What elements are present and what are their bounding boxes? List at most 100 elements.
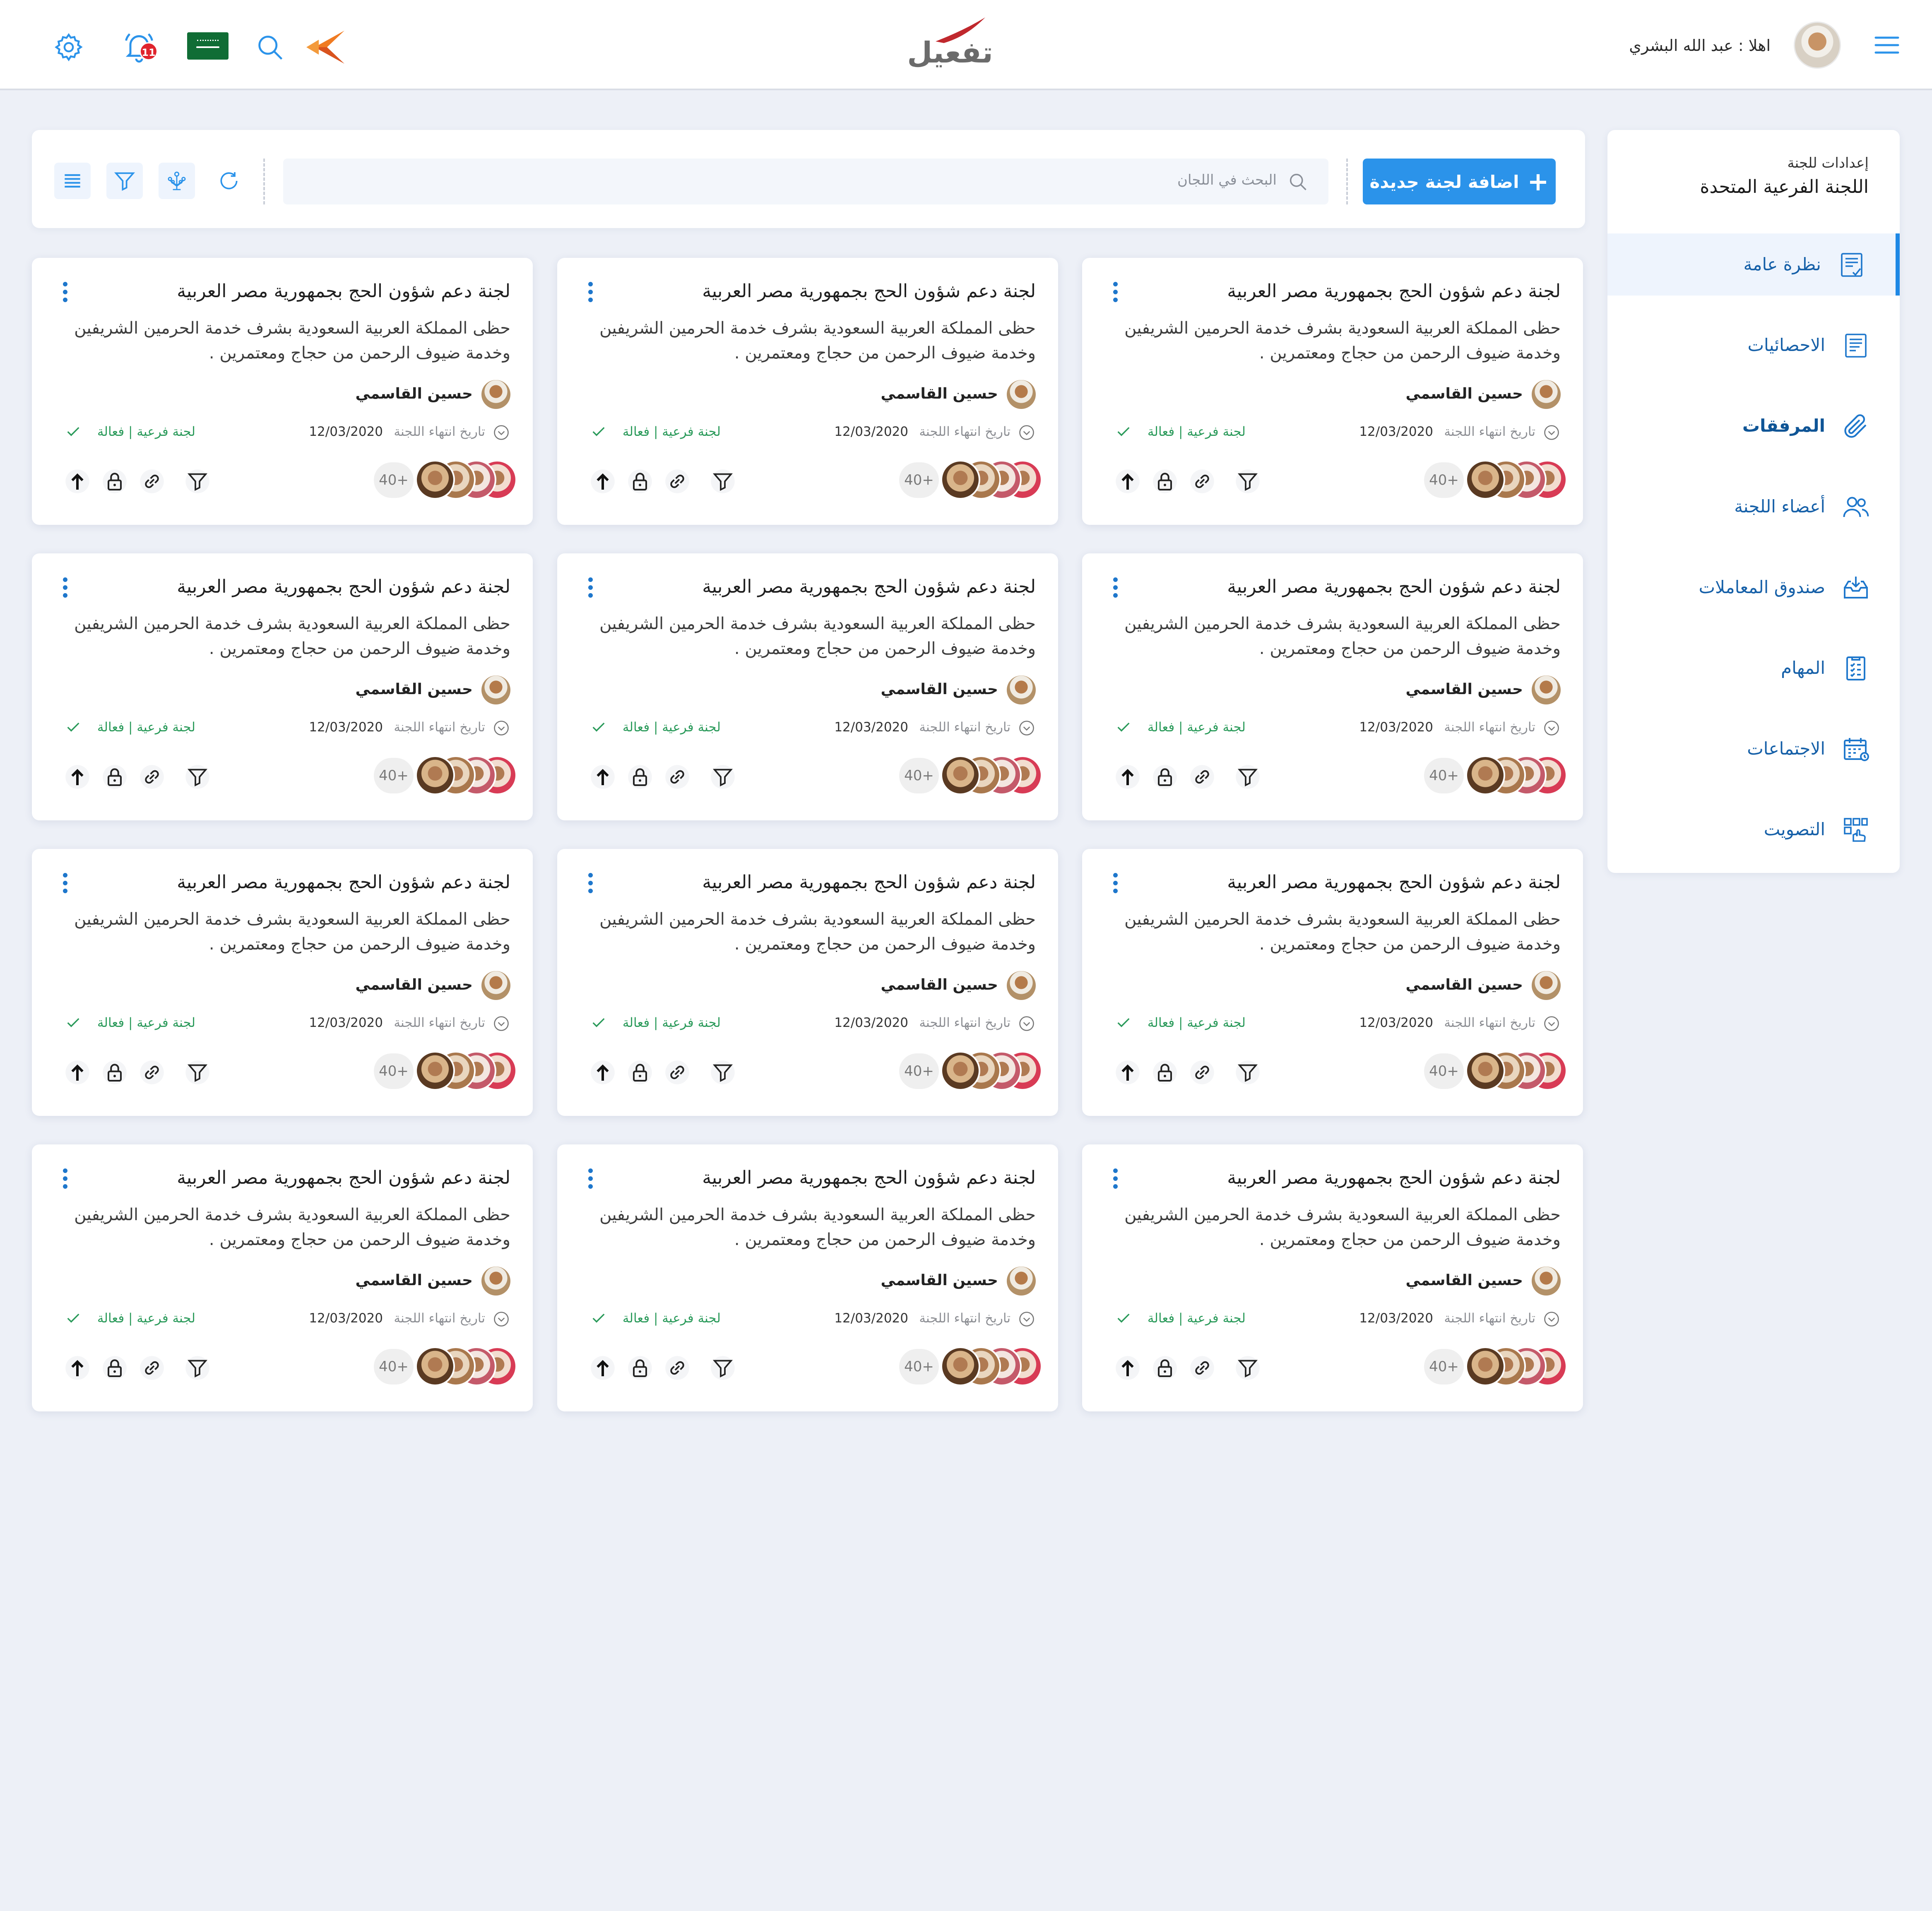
card-title[interactable]: لجنة دعم شؤون الحج بجمهورية مصر العربية xyxy=(702,281,1036,302)
upload-icon[interactable] xyxy=(590,469,615,494)
member-avatar[interactable] xyxy=(1465,460,1505,500)
link-icon[interactable] xyxy=(665,1060,690,1085)
member-avatars-group[interactable]: 40+ xyxy=(374,1346,517,1388)
upload-icon[interactable] xyxy=(1115,1356,1140,1380)
filter-icon[interactable] xyxy=(1235,764,1260,789)
member-avatars-group[interactable]: 40+ xyxy=(1424,1051,1567,1092)
members-more-count[interactable]: 40+ xyxy=(1424,1349,1464,1385)
filter-icon[interactable] xyxy=(1235,1060,1260,1085)
lock-icon[interactable] xyxy=(628,1356,652,1380)
members-more-count[interactable]: 40+ xyxy=(374,758,414,793)
lock-icon[interactable] xyxy=(102,1356,127,1380)
link-icon[interactable] xyxy=(140,1060,164,1085)
members-more-count[interactable]: 40+ xyxy=(374,462,414,498)
members-more-count[interactable]: 40+ xyxy=(899,1053,939,1089)
link-icon[interactable] xyxy=(665,764,690,789)
card-title[interactable]: لجنة دعم شؤون الحج بجمهورية مصر العربية xyxy=(702,872,1036,893)
card-title[interactable]: لجنة دعم شؤون الحج بجمهورية مصر العربية xyxy=(1227,872,1561,893)
owner-avatar[interactable] xyxy=(481,380,510,409)
owner-avatar[interactable] xyxy=(481,1267,510,1296)
member-avatars-group[interactable]: 40+ xyxy=(1424,460,1567,501)
member-avatar[interactable] xyxy=(1465,1346,1505,1386)
link-icon[interactable] xyxy=(140,1356,164,1380)
members-more-count[interactable]: 40+ xyxy=(374,1349,414,1385)
filter-icon[interactable] xyxy=(185,764,210,789)
filter-icon[interactable] xyxy=(185,469,210,494)
upload-icon[interactable] xyxy=(65,469,90,494)
committee-card[interactable]: لجنة دعم شؤون الحج بجمهورية مصر العربية ح… xyxy=(1082,1144,1583,1411)
card-more-options-icon[interactable] xyxy=(1103,574,1128,607)
owner-avatar[interactable] xyxy=(1532,380,1561,409)
org-tree-view-icon[interactable] xyxy=(159,163,195,199)
member-avatar[interactable] xyxy=(1465,755,1505,795)
member-avatar[interactable] xyxy=(941,460,980,500)
filter-icon[interactable] xyxy=(1235,1356,1260,1380)
committee-card[interactable]: لجنة دعم شؤون الحج بجمهورية مصر العربية ح… xyxy=(1082,258,1583,525)
owner-avatar[interactable] xyxy=(1007,971,1036,1000)
member-avatars-group[interactable]: 40+ xyxy=(374,755,517,797)
upload-icon[interactable] xyxy=(590,1356,615,1380)
committee-card[interactable]: لجنة دعم شؤون الحج بجمهورية مصر العربية ح… xyxy=(557,553,1058,820)
member-avatars-group[interactable]: 40+ xyxy=(899,1051,1042,1092)
settings-gear-icon[interactable] xyxy=(53,31,84,63)
lock-icon[interactable] xyxy=(102,1060,127,1085)
language-flag-icon[interactable] xyxy=(187,32,229,60)
member-avatars-group[interactable]: 40+ xyxy=(374,1051,517,1092)
owner-avatar[interactable] xyxy=(1007,380,1036,409)
member-avatars-group[interactable]: 40+ xyxy=(899,1346,1042,1388)
header-search-icon[interactable] xyxy=(254,31,286,63)
app-logo[interactable]: تفعيل xyxy=(898,36,1002,70)
upload-icon[interactable] xyxy=(590,1060,615,1085)
committee-card[interactable]: لجنة دعم شؤون الحج بجمهورية مصر العربية ح… xyxy=(32,849,533,1116)
committee-card[interactable]: لجنة دعم شؤون الحج بجمهورية مصر العربية ح… xyxy=(1082,553,1583,820)
card-title[interactable]: لجنة دعم شؤون الحج بجمهورية مصر العربية xyxy=(177,872,510,893)
owner-avatar[interactable] xyxy=(481,675,510,704)
sidebar-item-tasks[interactable]: المهام xyxy=(1607,637,1900,699)
member-avatar[interactable] xyxy=(941,1051,980,1091)
lock-icon[interactable] xyxy=(102,469,127,494)
lock-icon[interactable] xyxy=(1152,469,1177,494)
card-more-options-icon[interactable] xyxy=(53,574,77,607)
owner-avatar[interactable] xyxy=(1007,1267,1036,1296)
members-more-count[interactable]: 40+ xyxy=(899,462,939,498)
member-avatars-group[interactable]: 40+ xyxy=(899,460,1042,501)
refresh-icon[interactable] xyxy=(211,163,247,199)
filter-icon[interactable] xyxy=(710,1060,735,1085)
committee-card[interactable]: لجنة دعم شؤون الحج بجمهورية مصر العربية ح… xyxy=(557,849,1058,1116)
committee-card[interactable]: لجنة دعم شؤون الحج بجمهورية مصر العربية ح… xyxy=(32,553,533,820)
members-more-count[interactable]: 40+ xyxy=(374,1053,414,1089)
member-avatars-group[interactable]: 40+ xyxy=(374,460,517,501)
member-avatar[interactable] xyxy=(1465,1051,1505,1091)
filter-icon[interactable] xyxy=(106,163,143,199)
members-more-count[interactable]: 40+ xyxy=(1424,758,1464,793)
members-more-count[interactable]: 40+ xyxy=(899,1349,939,1385)
member-avatar[interactable] xyxy=(415,1051,455,1091)
list-view-icon[interactable] xyxy=(54,163,91,199)
owner-avatar[interactable] xyxy=(1007,675,1036,704)
card-more-options-icon[interactable] xyxy=(578,574,603,607)
lock-icon[interactable] xyxy=(1152,764,1177,789)
filter-icon[interactable] xyxy=(710,469,735,494)
card-title[interactable]: لجنة دعم شؤون الحج بجمهورية مصر العربية xyxy=(1227,1167,1561,1188)
link-icon[interactable] xyxy=(140,764,164,789)
committee-card[interactable]: لجنة دعم شؤون الحج بجمهورية مصر العربية ح… xyxy=(1082,849,1583,1116)
sidebar-item-transactions-inbox[interactable]: صندوق المعاملات xyxy=(1607,556,1900,618)
link-icon[interactable] xyxy=(665,469,690,494)
card-more-options-icon[interactable] xyxy=(578,1165,603,1198)
lock-icon[interactable] xyxy=(1152,1356,1177,1380)
lock-icon[interactable] xyxy=(628,469,652,494)
lock-icon[interactable] xyxy=(1152,1060,1177,1085)
card-more-options-icon[interactable] xyxy=(1103,870,1128,903)
upload-icon[interactable] xyxy=(1115,1060,1140,1085)
committee-card[interactable]: لجنة دعم شؤون الحج بجمهورية مصر العربية ح… xyxy=(32,258,533,525)
card-title[interactable]: لجنة دعم شؤون الحج بجمهورية مصر العربية xyxy=(702,1167,1036,1188)
upload-icon[interactable] xyxy=(1115,764,1140,789)
card-title[interactable]: لجنة دعم شؤون الحج بجمهورية مصر العربية xyxy=(177,576,510,597)
app-switcher-icon[interactable] xyxy=(306,31,344,64)
upload-icon[interactable] xyxy=(65,764,90,789)
sidebar-item-overview[interactable]: نظرة عامة xyxy=(1607,233,1900,296)
committee-search-input[interactable]: البحث في اللجان xyxy=(283,159,1328,204)
sidebar-item-attachments[interactable]: المرفقات xyxy=(1607,395,1900,457)
sidebar-item-voting[interactable]: التصويت xyxy=(1607,798,1900,861)
card-more-options-icon[interactable] xyxy=(53,279,77,312)
